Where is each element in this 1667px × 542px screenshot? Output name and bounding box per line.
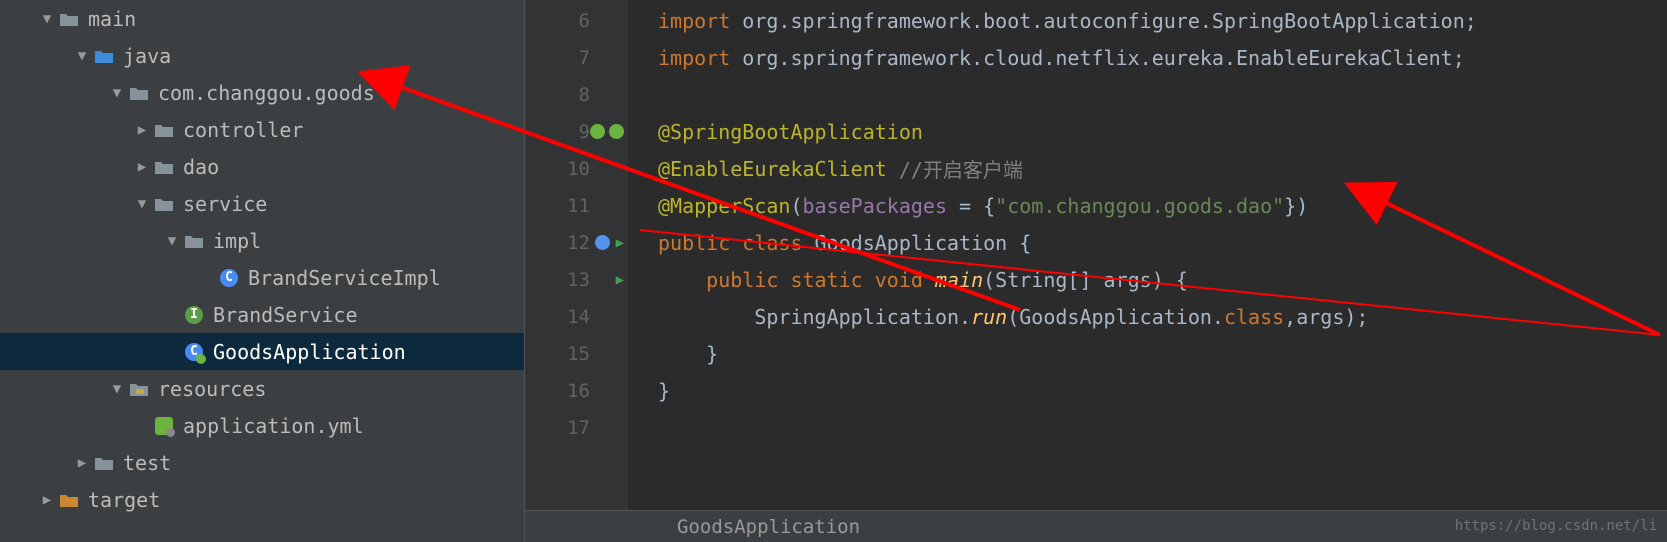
tree-file-brandservice[interactable]: I BrandService: [0, 296, 524, 333]
code-editor[interactable]: 6 7 8 9 10 11 12▶ 13▶ 14 15 16 17 import…: [525, 0, 1667, 542]
tree-folder-controller[interactable]: ▶ controller: [0, 111, 524, 148]
folder-icon: [153, 158, 175, 176]
tree-label: java: [123, 44, 171, 68]
line-number[interactable]: 14: [525, 298, 628, 335]
folder-icon: [153, 195, 175, 213]
project-tree[interactable]: ▼ main ▼ java ▼ com.changgou.goods ▶ con…: [0, 0, 525, 542]
tree-label: resources: [158, 377, 266, 401]
tree-label: application.yml: [183, 414, 364, 438]
class-icon: C: [218, 269, 240, 287]
tree-folder-java[interactable]: ▼ java: [0, 37, 524, 74]
folder-icon: [153, 121, 175, 139]
breadcrumb-item[interactable]: GoodsApplication: [677, 516, 860, 538]
line-number[interactable]: 11: [525, 187, 628, 224]
tree-file-applicationyml[interactable]: application.yml: [0, 407, 524, 444]
tree-label: main: [88, 7, 136, 31]
tree-folder-impl[interactable]: ▼ impl: [0, 222, 524, 259]
folder-icon: [58, 10, 80, 28]
arrow-right-icon: ▶: [135, 159, 149, 175]
spring-icon[interactable]: [590, 124, 605, 139]
line-number[interactable]: 17: [525, 409, 628, 446]
arrow-right-icon: ▶: [40, 492, 54, 508]
arrow-right-icon: ▶: [75, 455, 89, 471]
tree-file-brandserviceimpl[interactable]: C BrandServiceImpl: [0, 259, 524, 296]
spring-icon[interactable]: [595, 235, 610, 250]
gutter[interactable]: 6 7 8 9 10 11 12▶ 13▶ 14 15 16 17: [525, 0, 628, 510]
spring-class-icon: C: [183, 343, 205, 361]
arrow-down-icon: ▼: [110, 381, 124, 397]
tree-folder-dao[interactable]: ▶ dao: [0, 148, 524, 185]
folder-icon: [93, 454, 115, 472]
line-number[interactable]: 9: [525, 113, 628, 150]
tree-file-goodsapplication[interactable]: C GoodsApplication: [0, 333, 524, 370]
tree-label: dao: [183, 155, 219, 179]
tree-label: test: [123, 451, 171, 475]
tree-label: impl: [213, 229, 261, 253]
arrow-down-icon: ▼: [75, 48, 89, 64]
arrow-down-icon: ▼: [40, 11, 54, 27]
watermark: https://blog.csdn.net/li: [1455, 518, 1657, 534]
interface-icon: I: [183, 306, 205, 324]
yml-icon: [153, 417, 175, 435]
tree-folder-main[interactable]: ▼ main: [0, 0, 524, 37]
arrow-down-icon: ▼: [165, 233, 179, 249]
folder-icon: [128, 84, 150, 102]
line-number[interactable]: 8: [525, 76, 628, 113]
tree-label: com.changgou.goods: [158, 81, 375, 105]
line-number[interactable]: 15: [525, 335, 628, 372]
folder-icon: [183, 232, 205, 250]
folder-icon: [93, 47, 115, 65]
tree-folder-resources[interactable]: ▼ resources: [0, 370, 524, 407]
line-number[interactable]: 13▶: [525, 261, 628, 298]
tree-folder-test[interactable]: ▶ test: [0, 444, 524, 481]
spring-icon[interactable]: [609, 124, 624, 139]
tree-folder-service[interactable]: ▼ service: [0, 185, 524, 222]
line-number[interactable]: 6: [525, 2, 628, 39]
tree-folder-target[interactable]: ▶ target: [0, 481, 524, 518]
run-icon[interactable]: ▶: [616, 235, 624, 251]
tree-label: controller: [183, 118, 303, 142]
tree-label: BrandService: [213, 303, 358, 327]
tree-folder-package[interactable]: ▼ com.changgou.goods: [0, 74, 524, 111]
run-icon[interactable]: ▶: [616, 272, 624, 288]
arrow-down-icon: ▼: [110, 85, 124, 101]
line-number[interactable]: 7: [525, 39, 628, 76]
line-number[interactable]: 16: [525, 372, 628, 409]
folder-icon: [128, 380, 150, 398]
tree-label: service: [183, 192, 267, 216]
tree-label: BrandServiceImpl: [248, 266, 441, 290]
folder-icon: [58, 491, 80, 509]
tree-label: target: [88, 488, 160, 512]
tree-label: GoodsApplication: [213, 340, 406, 364]
line-number[interactable]: 10: [525, 150, 628, 187]
line-number[interactable]: 12▶: [525, 224, 628, 261]
arrow-right-icon: ▶: [135, 122, 149, 138]
code-content[interactable]: import org.springframework.boot.autoconf…: [628, 0, 1667, 510]
arrow-down-icon: ▼: [135, 196, 149, 212]
